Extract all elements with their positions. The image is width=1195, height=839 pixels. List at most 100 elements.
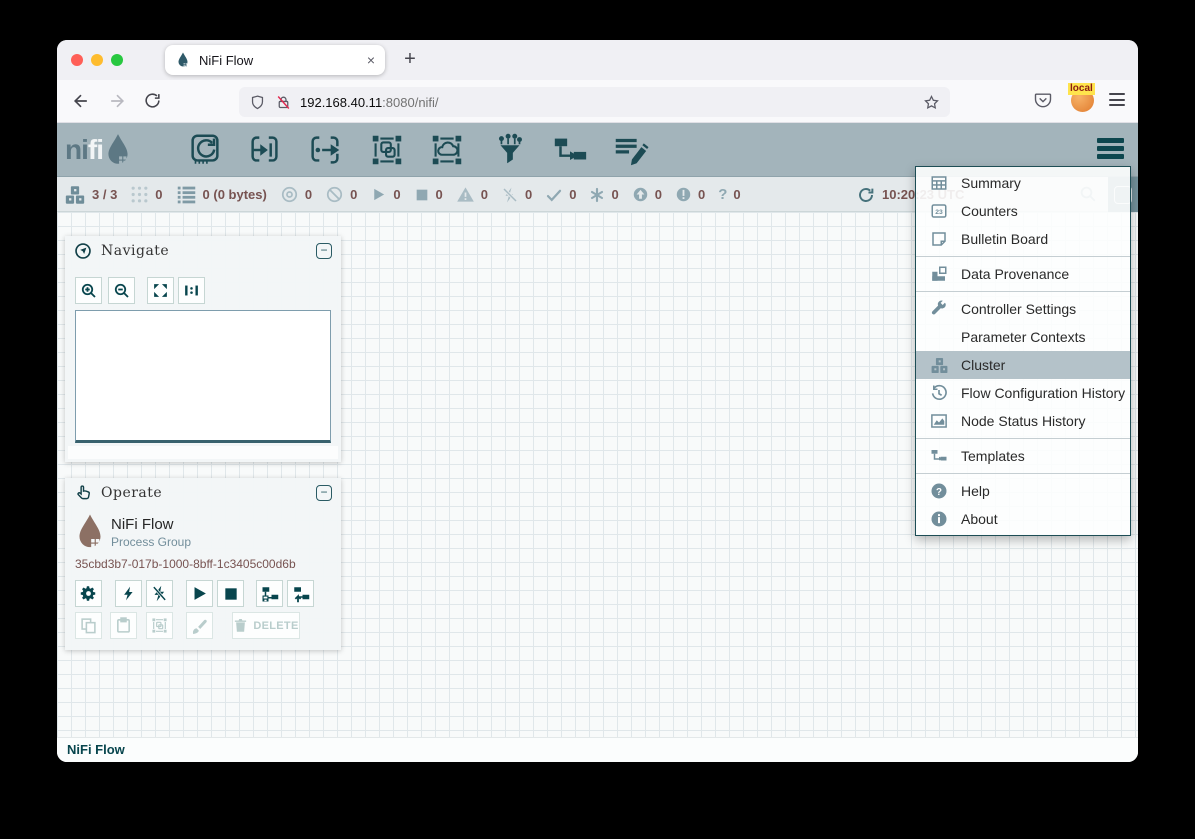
process-group-drop-icon: [76, 513, 104, 551]
zoom-in-button[interactable]: [75, 277, 102, 304]
not-transmitting-icon: [325, 185, 344, 204]
menu-item-counters[interactable]: 23 Counters: [916, 197, 1130, 225]
browser-menu-icon[interactable]: [1109, 93, 1125, 110]
delete-button[interactable]: DELETE: [232, 612, 300, 639]
forward-icon[interactable]: [107, 91, 127, 111]
refresh-icon[interactable]: [857, 186, 875, 204]
maximize-window-button[interactable]: [111, 54, 123, 66]
menu-item-data-provenance[interactable]: Data Provenance: [916, 260, 1130, 288]
url-text: 192.168.40.11:8080/nifi/: [300, 95, 439, 110]
browser-tab[interactable]: NiFi Flow ×: [165, 45, 385, 75]
create-template-button[interactable]: [256, 580, 283, 607]
output-port-component-icon[interactable]: [306, 131, 344, 169]
sync-failure-question-icon: ?: [718, 187, 727, 202]
zoom-fit-button[interactable]: [147, 277, 174, 304]
status-transmitting: 0: [280, 185, 312, 204]
group-button[interactable]: [146, 612, 173, 639]
disabled-bolt-icon: [501, 186, 519, 204]
processor-component-icon[interactable]: [186, 131, 224, 169]
breadcrumb[interactable]: NiFi Flow: [67, 738, 125, 762]
shield-icon[interactable]: [249, 94, 266, 111]
status-invalid: 0: [456, 185, 488, 204]
minimize-window-button[interactable]: [91, 54, 103, 66]
configure-button[interactable]: [75, 580, 102, 607]
back-icon[interactable]: [71, 91, 91, 111]
menu-item-bulletin-board[interactable]: Bulletin Board: [916, 225, 1130, 253]
selected-flow-name: NiFi Flow: [111, 516, 174, 533]
area-chart-icon: [929, 412, 949, 430]
browser-toolbar: 192.168.40.11:8080/nifi/ local: [57, 80, 1138, 123]
invalid-warning-icon: [456, 185, 475, 204]
menu-item-help[interactable]: ? Help: [916, 477, 1130, 505]
url-bar[interactable]: 192.168.40.11:8080/nifi/: [239, 87, 950, 117]
help-icon: ?: [929, 482, 949, 500]
selected-flow-type: Process Group: [111, 535, 191, 549]
upload-template-button[interactable]: [287, 580, 314, 607]
nifi-logo: nifi: [65, 133, 131, 167]
status-locally-modified-and-stale: 0: [675, 186, 705, 203]
input-port-component-icon[interactable]: [246, 131, 284, 169]
status-stale: 0: [632, 186, 662, 203]
operate-title: Operate: [101, 485, 316, 501]
menu-item-flow-configuration-history[interactable]: Flow Configuration History: [916, 379, 1130, 407]
start-button[interactable]: [186, 580, 213, 607]
insecure-lock-icon[interactable]: [275, 94, 292, 111]
bulletin-board-icon: [929, 230, 949, 248]
info-icon: [929, 510, 949, 528]
close-window-button[interactable]: [71, 54, 83, 66]
operate-palette: Operate − NiFi Flow Process Group 35cbd3…: [65, 478, 341, 650]
disable-button[interactable]: [146, 580, 173, 607]
operate-header: Operate −: [65, 478, 341, 508]
nifi-global-menu-icon[interactable]: [1097, 138, 1124, 162]
counters-icon: 23: [929, 202, 949, 220]
funnel-component-icon[interactable]: [491, 131, 529, 169]
menu-item-about[interactable]: About: [916, 505, 1130, 533]
collapse-navigate-button[interactable]: −: [316, 243, 332, 259]
paste-button[interactable]: [110, 612, 137, 639]
navigate-header: Navigate −: [65, 236, 341, 266]
pocket-icon[interactable]: [1033, 90, 1053, 110]
menu-divider: [916, 473, 1130, 474]
status-up-to-date: 0: [545, 186, 576, 204]
hand-pointer-icon: [74, 484, 92, 502]
bookmark-star-icon[interactable]: [923, 94, 940, 111]
zoom-out-button[interactable]: [108, 277, 135, 304]
status-sync-failure: ? 0: [718, 187, 740, 202]
menu-item-parameter-contexts[interactable]: Parameter Contexts: [916, 323, 1130, 351]
browser-window: NiFi Flow × + 192.168.40.11:8080/nifi/ l…: [57, 40, 1138, 762]
stale-arrow-icon: [632, 186, 649, 203]
birdseye-minimap[interactable]: [75, 310, 331, 443]
label-component-icon[interactable]: [611, 131, 649, 169]
collapse-operate-button[interactable]: −: [316, 485, 332, 501]
menu-item-templates[interactable]: Templates: [916, 442, 1130, 470]
data-provenance-icon: [929, 265, 949, 283]
status-active-threads: 0: [130, 185, 162, 204]
menu-item-summary[interactable]: Summary: [916, 169, 1130, 197]
status-queued: 0 (0 bytes): [176, 184, 267, 205]
template-component-icon[interactable]: [551, 131, 589, 169]
menu-divider: [916, 256, 1130, 257]
zoom-actual-size-button[interactable]: [178, 277, 205, 304]
summary-table-icon: [929, 174, 949, 192]
process-group-component-icon[interactable]: [368, 131, 406, 169]
menu-item-controller-settings[interactable]: Controller Settings: [916, 295, 1130, 323]
menu-item-node-status-history[interactable]: Node Status History: [916, 407, 1130, 435]
close-tab-icon[interactable]: ×: [367, 52, 375, 68]
stop-button[interactable]: [217, 580, 244, 607]
reload-icon[interactable]: [143, 91, 163, 111]
profile-badge: local: [1068, 83, 1095, 95]
fill-color-button[interactable]: [186, 612, 213, 639]
birdseye-brush[interactable]: [68, 446, 338, 459]
templates-icon: [929, 447, 949, 465]
selected-flow-id: 35cbd3b7-017b-1000-8bff-1c3405c00d6b: [75, 557, 296, 571]
copy-button[interactable]: [75, 612, 102, 639]
compass-icon: [74, 242, 92, 260]
remote-process-group-component-icon[interactable]: [428, 131, 466, 169]
enable-button[interactable]: [115, 580, 142, 607]
nifi-favicon-drop-icon: [175, 52, 191, 68]
tab-title: NiFi Flow: [199, 53, 367, 68]
new-tab-button[interactable]: +: [397, 48, 423, 71]
status-cluster: 3 / 3: [64, 184, 117, 206]
tab-strip: NiFi Flow × +: [57, 40, 1138, 80]
menu-item-cluster[interactable]: Cluster: [916, 351, 1130, 379]
